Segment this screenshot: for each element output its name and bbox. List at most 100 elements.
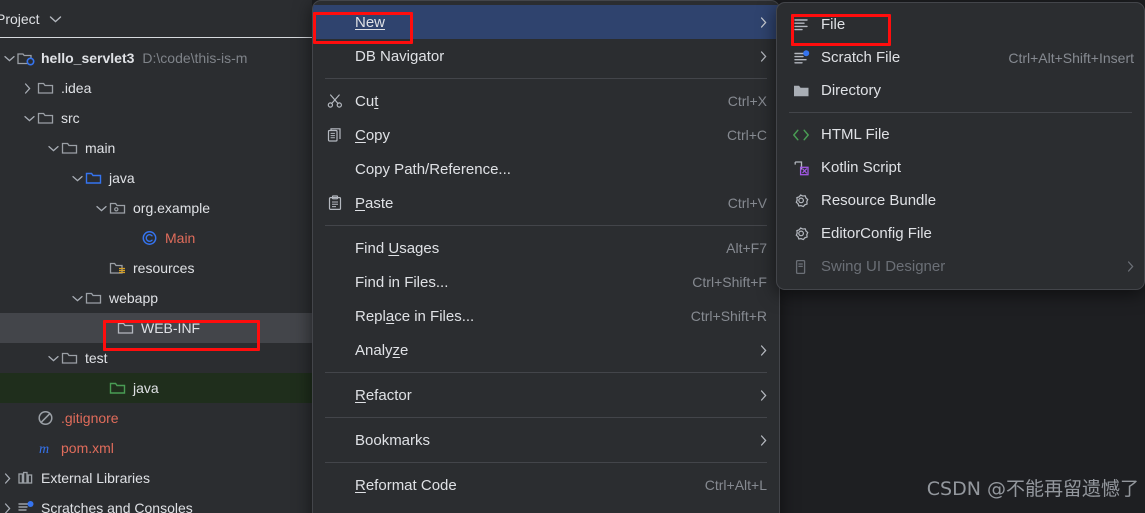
chevron-down-icon[interactable] xyxy=(4,55,17,62)
submenu-item-file[interactable]: File xyxy=(777,8,1144,41)
context-menu[interactable]: New DB Navigator Cut Ctrl+X Copy Ctrl+C … xyxy=(312,0,780,513)
tree-row-java-test[interactable]: java xyxy=(0,373,312,403)
submenu-label: Swing UI Designer xyxy=(821,258,946,275)
tree-label: webapp xyxy=(109,290,159,306)
tree-label: WEB-INF xyxy=(141,320,201,336)
chevron-right-icon xyxy=(760,50,767,62)
watermark-text: CSDN @不能再留遗憾了 xyxy=(926,478,1139,500)
menu-item-copy-path-reference[interactable]: Copy Path/Reference... xyxy=(313,152,779,186)
tree-row-idea[interactable]: .idea xyxy=(0,73,312,103)
menu-item-optimize-imports[interactable]: Optimize Imports Ctrl+Alt+O xyxy=(313,502,779,513)
tree-row-hello_servlet3[interactable]: hello_servlet3 D:\code\this-is-m xyxy=(0,43,312,73)
tree-row-Main[interactable]: Main xyxy=(0,223,312,253)
menu-label: Replace in Files... xyxy=(355,307,475,325)
chevron-right-icon xyxy=(1127,261,1134,272)
tree-label: Main xyxy=(165,230,196,246)
chevron-right-icon[interactable] xyxy=(4,472,17,484)
tree-label: resources xyxy=(133,260,195,276)
folder-icon xyxy=(85,290,103,306)
submenu-item-directory[interactable]: Directory xyxy=(777,74,1144,107)
chevron-right-icon[interactable] xyxy=(4,502,17,513)
chevron-right-icon xyxy=(760,344,767,356)
svg-text:m: m xyxy=(39,442,49,456)
submenu-label: Resource Bundle xyxy=(821,192,937,209)
menu-item-copy[interactable]: Copy Ctrl+C xyxy=(313,118,779,152)
menu-item-reformat-code[interactable]: Reformat Code Ctrl+Alt+L xyxy=(313,468,779,502)
submenu-label: Kotlin Script xyxy=(821,159,902,176)
tree-label: .idea xyxy=(61,80,92,96)
menu-accelerator: Ctrl+X xyxy=(727,93,767,109)
submenu-item-html-file[interactable]: HTML File xyxy=(777,118,1144,151)
java-class-icon xyxy=(141,230,159,246)
folder-icon xyxy=(117,320,135,336)
resource-bundle-icon xyxy=(789,193,813,209)
menu-accelerator: Ctrl+C xyxy=(726,127,767,143)
submenu-label: HTML File xyxy=(821,126,890,143)
submenu-item-scratch-file[interactable]: Scratch File Ctrl+Alt+Shift+Insert xyxy=(777,41,1144,74)
chevron-right-icon xyxy=(760,434,767,446)
test-source-folder-icon xyxy=(109,380,127,396)
chevron-right-icon xyxy=(760,389,767,401)
menu-item-refactor[interactable]: Refactor xyxy=(313,378,779,412)
maven-icon: m xyxy=(37,440,55,456)
scratches-icon xyxy=(17,500,35,513)
submenu-label: Directory xyxy=(821,82,882,99)
scratch-file-icon xyxy=(789,49,813,66)
menu-item-bookmarks[interactable]: Bookmarks xyxy=(313,423,779,457)
folder-icon xyxy=(61,140,79,156)
submenu-accelerator: Ctrl+Alt+Shift+Insert xyxy=(1008,49,1134,66)
folder-icon xyxy=(789,83,813,99)
tree-row-webapp[interactable]: webapp xyxy=(0,283,312,313)
submenu-item-resource-bundle[interactable]: Resource Bundle xyxy=(777,184,1144,217)
tree-label: src xyxy=(61,110,80,126)
tree-row-test[interactable]: test xyxy=(0,343,312,373)
menu-item-analyze[interactable]: Analyze xyxy=(313,333,779,367)
chevron-right-icon[interactable] xyxy=(24,82,37,94)
chevron-down-icon[interactable] xyxy=(96,205,109,212)
submenu-label: EditorConfig File xyxy=(821,225,932,242)
chevron-down-icon[interactable] xyxy=(72,295,85,302)
menu-label: Copy Path/Reference... xyxy=(355,160,511,178)
tree-label: main xyxy=(85,140,116,156)
submenu-item-editorconfig-file[interactable]: EditorConfig File xyxy=(777,217,1144,250)
menu-accelerator: Ctrl+Alt+L xyxy=(704,477,767,493)
submenu-item-swing-ui-designer[interactable]: Swing UI Designer xyxy=(777,250,1144,283)
menu-item-cut[interactable]: Cut Ctrl+X xyxy=(313,84,779,118)
menu-separator xyxy=(325,462,767,463)
project-pane-header[interactable]: Project xyxy=(0,0,312,38)
menu-separator xyxy=(325,372,767,373)
tree-row-external-libraries[interactable]: External Libraries xyxy=(0,463,312,493)
menu-item-paste[interactable]: Paste Ctrl+V xyxy=(313,186,779,220)
tree-row-WEB-INF[interactable]: WEB-INF xyxy=(0,313,312,343)
tree-label: test xyxy=(85,350,108,366)
chevron-down-icon[interactable] xyxy=(48,145,61,152)
folder-icon xyxy=(37,80,55,96)
chevron-down-icon[interactable] xyxy=(48,355,61,362)
chevron-down-icon[interactable] xyxy=(49,15,62,23)
tree-row-src[interactable]: src xyxy=(0,103,312,133)
menu-item-new[interactable]: New xyxy=(313,5,779,39)
tree-row-main-dir[interactable]: main xyxy=(0,133,312,163)
tree-row-resources[interactable]: resources xyxy=(0,253,312,283)
new-submenu[interactable]: File Scratch File Ctrl+Alt+Shift+Insert … xyxy=(776,2,1145,290)
submenu-item-kotlin-script[interactable]: Kotlin Script xyxy=(777,151,1144,184)
submenu-label: Scratch File xyxy=(821,49,901,66)
tree-row-pom-xml[interactable]: m pom.xml xyxy=(0,433,312,463)
menu-item-find-usages[interactable]: Find Usages Alt+F7 xyxy=(313,231,779,265)
menu-label: Copy xyxy=(355,126,391,144)
menu-item-replace-in-files[interactable]: Replace in Files... Ctrl+Shift+R xyxy=(313,299,779,333)
project-tree[interactable]: hello_servlet3 D:\code\this-is-m .idea s… xyxy=(0,38,312,513)
chevron-down-icon[interactable] xyxy=(72,175,85,182)
menu-label: Cut xyxy=(355,92,379,110)
tree-row-scratches-and-consoles[interactable]: Scratches and Consoles xyxy=(0,493,312,513)
chevron-down-icon[interactable] xyxy=(24,115,37,122)
menu-accelerator: Ctrl+Shift+F xyxy=(692,274,767,290)
tree-row-java-source[interactable]: java xyxy=(0,163,312,193)
tree-row-gitignore[interactable]: .gitignore xyxy=(0,403,312,433)
tree-row-org-example[interactable]: org.example xyxy=(0,193,312,223)
copy-icon xyxy=(323,127,347,143)
html-file-icon xyxy=(789,128,813,142)
tree-label: Scratches and Consoles xyxy=(41,500,193,513)
menu-item-db-navigator[interactable]: DB Navigator xyxy=(313,39,779,73)
menu-item-find-in-files[interactable]: Find in Files... Ctrl+Shift+F xyxy=(313,265,779,299)
